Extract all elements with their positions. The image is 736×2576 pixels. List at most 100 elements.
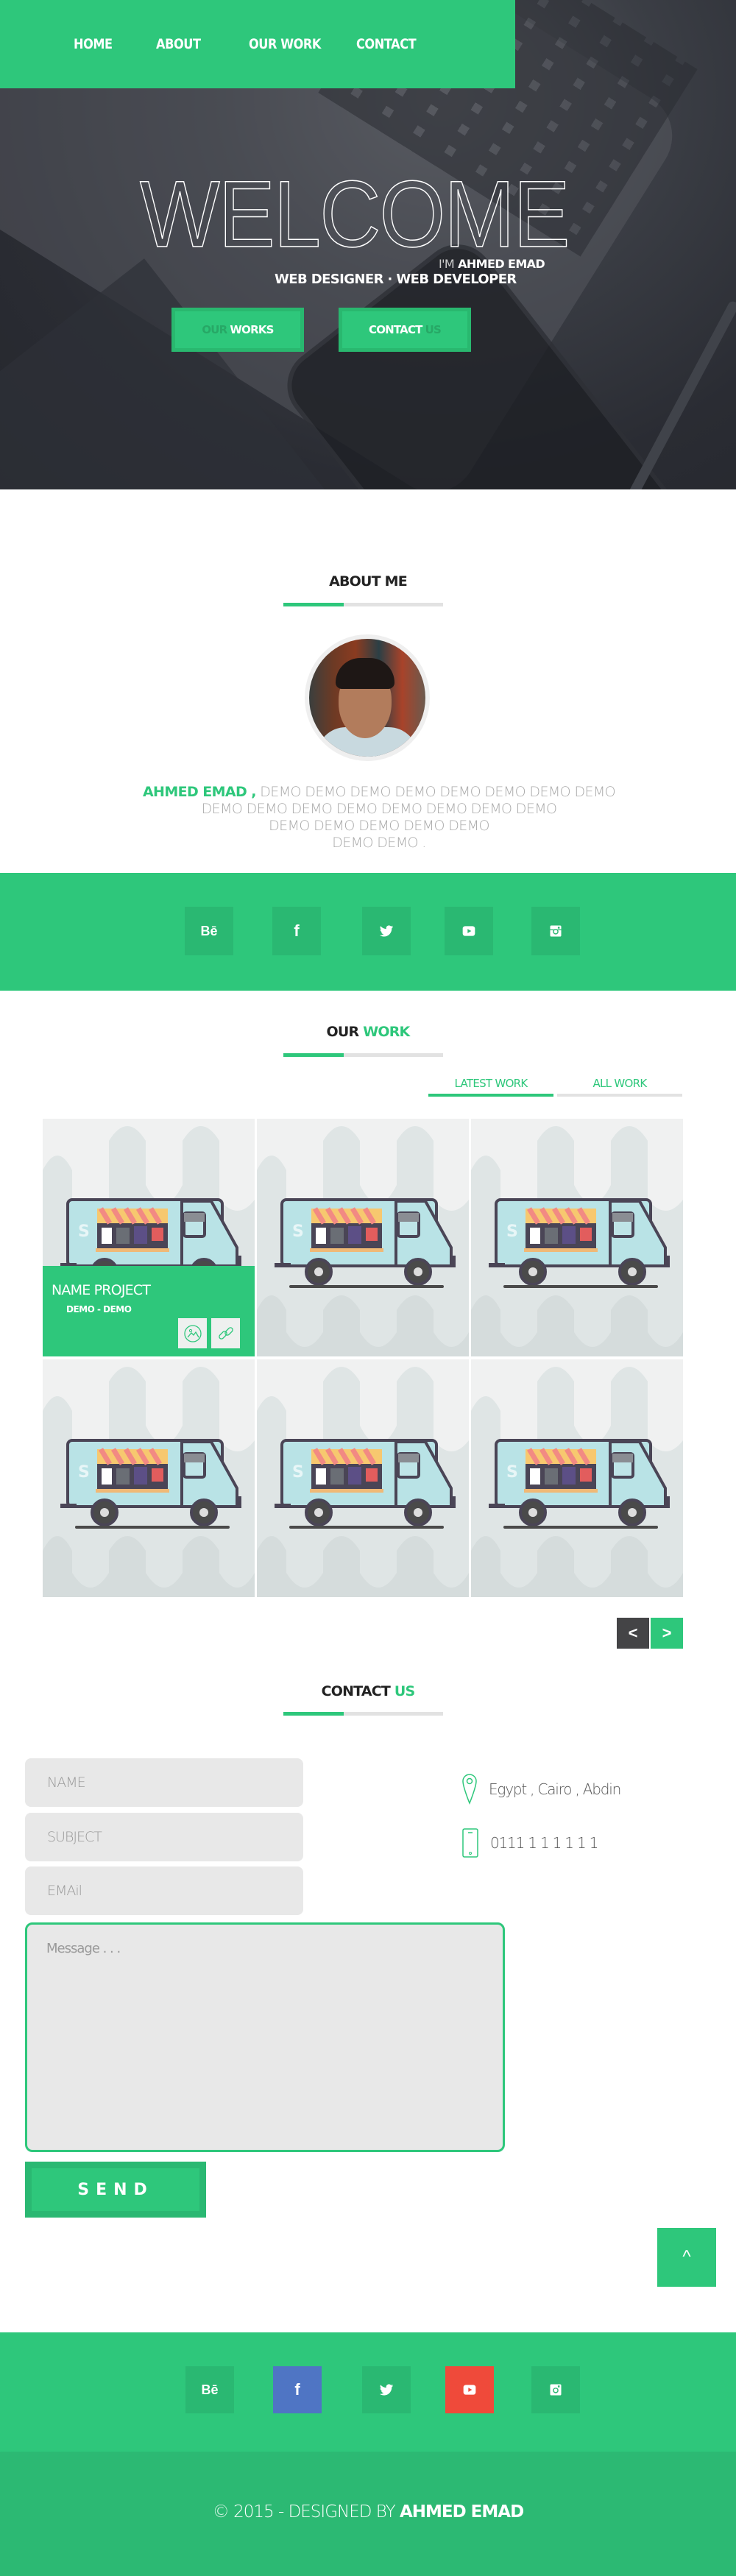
phone-text: 0111 1 1 1 1 1 1 — [490, 1834, 598, 1852]
nav-contact[interactable]: CONTACT — [356, 36, 417, 52]
copyright: © 2015 - DESIGNED BY AHMED EMAD — [0, 2502, 736, 2522]
twitter-icon — [379, 925, 394, 937]
facebook-icon: f — [294, 921, 300, 940]
twitter-icon — [379, 2384, 394, 2396]
title-highlight: US — [394, 1683, 415, 1699]
copyright-text: © 2015 - DESIGNED BY — [212, 2502, 396, 2522]
behance-icon: Bē — [201, 2382, 219, 2397]
footer-youtube-link[interactable] — [445, 2366, 494, 2413]
email-field[interactable] — [25, 1866, 303, 1915]
mobile-phone-icon — [462, 1828, 478, 1858]
button-suffix: US — [425, 323, 442, 336]
contact-phone: 0111 1 1 1 1 1 1 — [462, 1828, 598, 1858]
svg-text:S: S — [292, 1222, 304, 1241]
project-tile[interactable]: S — [471, 1359, 683, 1597]
bio-line: DEMO DEMO DEMO DEMO DEMO DEMO DEMO DEMO — [201, 801, 557, 817]
button-label: CONTACT — [368, 323, 422, 336]
social-band: Bē f — [0, 873, 736, 991]
bio-line: DEMO DEMO DEMO DEMO DEMO — [269, 818, 489, 834]
avatar — [305, 634, 430, 761]
link-icon — [218, 1326, 233, 1340]
name-field[interactable] — [25, 1758, 303, 1807]
instagram-icon — [550, 925, 562, 937]
project-tile[interactable]: S — [43, 1359, 255, 1597]
facebook-link[interactable]: f — [272, 907, 321, 955]
food-truck-illustration: S — [489, 1198, 670, 1288]
copyright-author: AHMED EMAD — [399, 2502, 524, 2522]
project-tile[interactable]: S — [471, 1119, 683, 1356]
project-tile[interactable]: S NAME PROJECT DEMO - DEMO — [43, 1119, 255, 1356]
tab-latest-work[interactable]: LATEST WORK — [428, 1077, 553, 1097]
contact-title: CONTACT US — [0, 1683, 736, 1699]
footer-behance-link[interactable]: Bē — [185, 2366, 234, 2413]
contact-address: Egypt , Cairo , Abdin — [462, 1774, 621, 1805]
food-truck-illustration: S — [275, 1439, 456, 1529]
behance-link[interactable]: Bē — [185, 907, 233, 955]
back-to-top-button[interactable]: ^ — [657, 2228, 716, 2287]
work-title-underline — [283, 1053, 443, 1057]
food-truck-illustration: S — [275, 1198, 456, 1288]
footer-twitter-link[interactable] — [362, 2366, 411, 2413]
open-link-button[interactable] — [211, 1318, 240, 1348]
contact-us-button[interactable]: CONTACT US — [339, 308, 471, 352]
youtube-icon — [462, 926, 475, 936]
hero-roles: WEB DESIGNER · WEB DEVELOPER — [275, 272, 517, 287]
footer-facebook-link[interactable]: f — [273, 2366, 322, 2413]
youtube-icon — [463, 2385, 476, 2395]
next-page-button[interactable]: > — [651, 1618, 683, 1649]
bio-line: DEMO DEMO . — [332, 835, 426, 851]
svg-text:S: S — [78, 1222, 90, 1241]
project-tile[interactable]: S — [257, 1359, 469, 1597]
footer-instagram-link[interactable] — [531, 2366, 580, 2413]
instagram-icon — [550, 2384, 562, 2396]
nav-about[interactable]: ABOUT — [156, 36, 201, 52]
button-prefix: OUR — [202, 323, 227, 336]
project-overlay: NAME PROJECT DEMO - DEMO — [43, 1266, 255, 1356]
svg-text:S: S — [292, 1463, 304, 1482]
title-part: CONTACT — [321, 1683, 391, 1699]
intro-name: AHMED EMAD — [458, 257, 545, 271]
footer-social-band: Bē f — [0, 2332, 736, 2452]
profile-photo — [309, 639, 425, 757]
view-image-button[interactable] — [178, 1318, 207, 1348]
facebook-icon: f — [294, 2380, 300, 2399]
nav-home[interactable]: HOME — [74, 36, 113, 52]
about-bio: AHMED EMAD , DEMO DEMO DEMO DEMO DEMO DE… — [140, 784, 618, 852]
prev-page-button[interactable]: < — [617, 1618, 649, 1649]
location-pin-icon — [462, 1774, 477, 1805]
svg-text:S: S — [506, 1222, 518, 1241]
hero-intro: I'M AHMED EMAD — [439, 257, 545, 271]
project-tile[interactable]: S — [257, 1119, 469, 1356]
svg-text:S: S — [78, 1463, 90, 1482]
image-icon — [183, 1324, 202, 1342]
project-tags: DEMO - DEMO — [66, 1304, 132, 1314]
title-highlight: WORK — [363, 1024, 410, 1040]
svg-text:S: S — [506, 1463, 518, 1482]
food-truck-illustration: S — [489, 1439, 670, 1529]
tab-all-work[interactable]: ALL WORK — [557, 1077, 682, 1097]
about-title-underline — [283, 603, 443, 606]
main-nav: HOME ABOUT OUR WORK CONTACT — [0, 0, 515, 88]
work-title: OUR WORK — [0, 1024, 736, 1040]
youtube-link[interactable] — [445, 907, 493, 955]
hero-section: HOME ABOUT OUR WORK CONTACT WELCOME I'M … — [0, 0, 736, 489]
send-button[interactable]: SEND — [25, 2162, 206, 2218]
twitter-link[interactable] — [362, 907, 411, 955]
food-truck-illustration: S — [60, 1439, 241, 1529]
instagram-link[interactable] — [531, 907, 580, 955]
intro-prefix: I'M — [439, 257, 455, 271]
bio-line: DEMO DEMO DEMO DEMO DEMO DEMO DEMO DEMO — [260, 784, 616, 800]
our-works-button[interactable]: OUR WORKS — [171, 308, 304, 352]
message-field[interactable] — [25, 1922, 505, 2152]
subject-field[interactable] — [25, 1813, 303, 1861]
contact-title-underline — [283, 1712, 443, 1716]
about-title: ABOUT ME — [329, 573, 408, 590]
nav-our-work[interactable]: OUR WORK — [249, 36, 321, 52]
behance-icon: Bē — [200, 923, 218, 938]
title-part: OUR — [326, 1024, 360, 1040]
address-text: Egypt , Cairo , Abdin — [489, 1780, 621, 1798]
hero-title: WELCOME — [139, 162, 570, 267]
button-label: WORKS — [230, 323, 274, 336]
bio-name: AHMED EMAD , — [142, 784, 256, 800]
project-name: NAME PROJECT — [52, 1282, 151, 1298]
